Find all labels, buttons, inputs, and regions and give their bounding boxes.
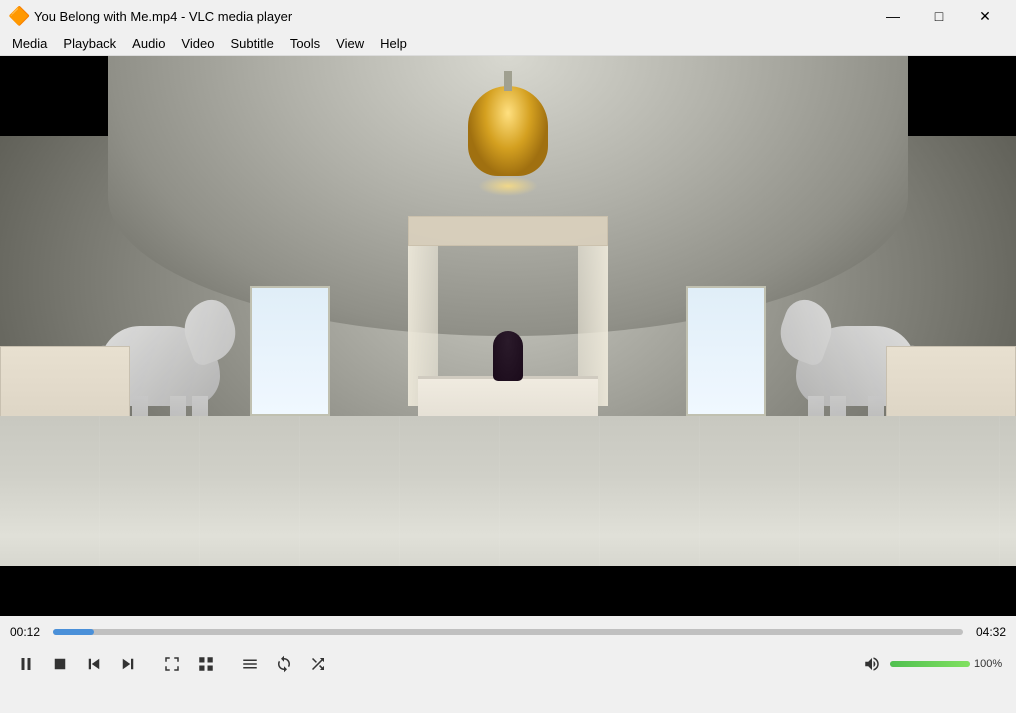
controls-right: 100% [858, 650, 1006, 678]
next-button[interactable] [112, 648, 144, 680]
next-icon [119, 655, 137, 673]
volume-bar[interactable] [890, 661, 970, 667]
window-left [250, 286, 330, 416]
stop-icon [51, 655, 69, 673]
pause-button[interactable] [10, 648, 42, 680]
volume-bar-fill [890, 661, 970, 667]
menu-tools[interactable]: Tools [282, 34, 328, 53]
title-bar: 🔶 You Belong with Me.mp4 - VLC media pla… [0, 0, 1016, 32]
title-left: 🔶 You Belong with Me.mp4 - VLC media pla… [8, 6, 292, 26]
video-frame [0, 56, 1016, 616]
volume-area: 100% [858, 650, 1006, 678]
controls-row: 100% [0, 644, 1016, 684]
random-icon [309, 655, 327, 673]
chandelier [468, 86, 548, 176]
progress-bar[interactable] [53, 629, 963, 635]
letterbox-bottom [0, 566, 1016, 616]
maximize-button[interactable]: □ [916, 0, 962, 32]
canopy-frame [408, 216, 608, 246]
bed-canopy [408, 216, 608, 436]
menu-media[interactable]: Media [4, 34, 55, 53]
menu-audio[interactable]: Audio [124, 34, 173, 53]
extended-icon [197, 655, 215, 673]
progress-bar-fill [53, 629, 94, 635]
volume-label: 100% [974, 658, 1006, 670]
fullscreen-button[interactable] [156, 648, 188, 680]
window-right [686, 286, 766, 416]
prev-button[interactable] [78, 648, 110, 680]
window-title: You Belong with Me.mp4 - VLC media playe… [34, 9, 292, 24]
menu-subtitle[interactable]: Subtitle [222, 34, 281, 53]
person-silhouette [493, 331, 523, 381]
video-area [0, 56, 1016, 616]
time-current: 00:12 [10, 625, 45, 639]
menu-help[interactable]: Help [372, 34, 415, 53]
menu-video[interactable]: Video [173, 34, 222, 53]
prev-icon [85, 655, 103, 673]
extended-button[interactable] [190, 648, 222, 680]
controls-area: 00:12 04:32 [0, 616, 1016, 713]
progress-row: 00:12 04:32 [0, 616, 1016, 644]
window-controls: — □ ✕ [870, 0, 1008, 32]
close-button[interactable]: ✕ [962, 0, 1008, 32]
menu-view[interactable]: View [328, 34, 372, 53]
volume-icon [863, 655, 881, 673]
minimize-button[interactable]: — [870, 0, 916, 32]
vlc-icon: 🔶 [8, 6, 28, 26]
fullscreen-icon [163, 655, 181, 673]
loop-button[interactable] [268, 648, 300, 680]
video-scene [0, 56, 1016, 616]
playlist-icon [241, 655, 259, 673]
stop-button[interactable] [44, 648, 76, 680]
loop-icon [275, 655, 293, 673]
menu-bar: Media Playback Audio Video Subtitle Tool… [0, 32, 1016, 56]
volume-button[interactable] [858, 650, 886, 678]
time-total: 04:32 [971, 625, 1006, 639]
menu-playback[interactable]: Playback [55, 34, 124, 53]
playlist-button[interactable] [234, 648, 266, 680]
random-button[interactable] [302, 648, 334, 680]
pause-icon [17, 655, 35, 673]
